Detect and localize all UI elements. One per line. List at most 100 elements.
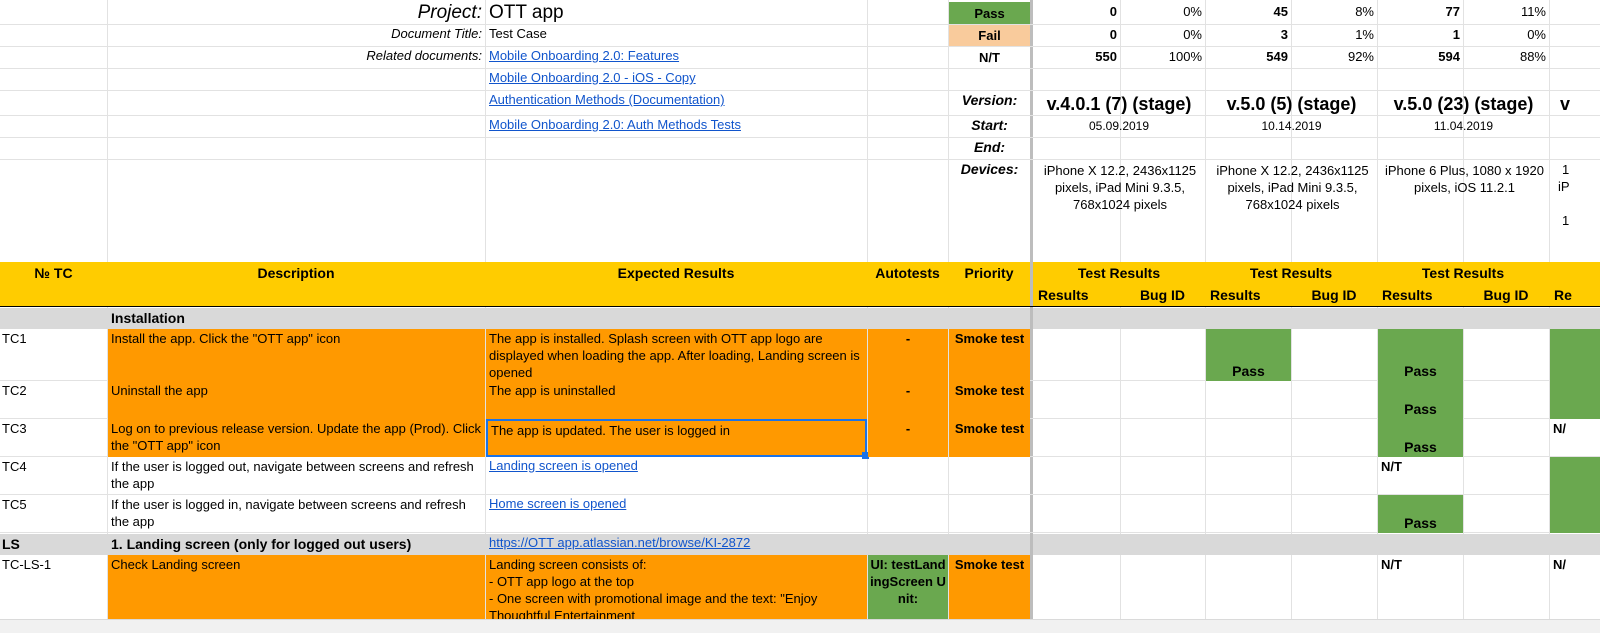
tc-description[interactable]: If the user is logged out, navigate betw… xyxy=(108,457,485,495)
build2-start-date[interactable]: 10.14.2019 xyxy=(1206,119,1377,137)
build2-nt-pct[interactable]: 92% xyxy=(1292,49,1377,68)
tc-priority[interactable]: Smoke test xyxy=(949,555,1030,619)
build2-devices[interactable]: iPhone X 12.2, 2436x1125 pixels, iPad Mi… xyxy=(1208,162,1377,222)
result-nt-cell[interactable]: N/T xyxy=(1381,557,1463,575)
tc-priority[interactable]: Smoke test xyxy=(949,381,1030,419)
build4-devices-partial-3[interactable]: 1 xyxy=(1562,213,1600,230)
bug-id-subheader-2[interactable]: Bug ID xyxy=(1291,287,1377,306)
build3-nt-pct[interactable]: 88% xyxy=(1464,49,1549,68)
build1-version[interactable]: v.4.0.1 (7) (stage) xyxy=(1033,94,1205,115)
build1-nt-pct[interactable]: 100% xyxy=(1121,49,1205,68)
tc-description[interactable]: If the user is logged in, navigate betwe… xyxy=(108,495,485,533)
tc-expected-result-selected[interactable]: The app is updated. The user is logged i… xyxy=(486,419,867,457)
build1-start-date[interactable]: 05.09.2019 xyxy=(1033,119,1205,137)
autotests-column-header[interactable]: Autotests xyxy=(867,265,948,285)
build2-pass-pct[interactable]: 8% xyxy=(1292,4,1377,24)
result-pass-cell[interactable]: Pass xyxy=(1206,329,1291,381)
build3-nt-count[interactable]: 594 xyxy=(1378,49,1463,68)
expected-results-column-header[interactable]: Expected Results xyxy=(485,265,867,285)
priority-column-header[interactable]: Priority xyxy=(948,265,1030,285)
tc-description[interactable]: Install the app. Click the "OTT app" ico… xyxy=(108,329,485,381)
related-doc-link-2[interactable]: Mobile Onboarding 2.0 - iOS - Copy xyxy=(489,70,867,90)
tc-expected-result-link[interactable]: Landing screen is opened xyxy=(486,457,867,495)
tc-id[interactable]: TC5 xyxy=(2,497,107,515)
tc-id[interactable]: TC1 xyxy=(2,331,107,349)
build1-nt-count[interactable]: 550 xyxy=(1033,49,1120,68)
version-label: Version: xyxy=(961,92,1018,108)
build4-devices-partial-2[interactable]: iP xyxy=(1558,179,1600,196)
related-doc-link-4[interactable]: Mobile Onboarding 2.0: Auth Methods Test… xyxy=(489,117,867,137)
tc-autotests[interactable]: UI: testLandingScreen Unit: xyxy=(868,555,948,619)
tc-priority[interactable]: Smoke test xyxy=(949,329,1030,381)
build3-pass-pct[interactable]: 11% xyxy=(1464,4,1549,24)
horizontal-scrollbar[interactable] xyxy=(0,619,1600,633)
start-label: Start: xyxy=(971,117,1008,133)
tc-id[interactable]: TC3 xyxy=(2,421,107,439)
project-label: Project: xyxy=(417,2,482,23)
build2-version[interactable]: v.5.0 (5) (stage) xyxy=(1206,94,1377,115)
build1-pass-pct[interactable]: 0% xyxy=(1121,4,1205,24)
result-nt-cell[interactable]: N/ xyxy=(1553,421,1600,439)
installation-section-title[interactable]: Installation xyxy=(111,310,485,329)
tc-column-header[interactable]: № TC xyxy=(0,265,107,285)
document-title-value[interactable]: Test Case xyxy=(489,26,867,46)
devices-label: Devices: xyxy=(960,161,1019,177)
build2-nt-count[interactable]: 549 xyxy=(1206,49,1291,68)
tc-expected-result[interactable]: The app is uninstalled xyxy=(486,381,867,419)
project-value[interactable]: OTT app xyxy=(489,2,867,24)
tc-autotests[interactable]: - xyxy=(868,419,948,457)
bug-id-subheader-1[interactable]: Bug ID xyxy=(1120,287,1205,306)
end-label: End: xyxy=(973,139,1006,155)
tc-id[interactable]: TC2 xyxy=(2,383,107,401)
build4-devices-partial-1[interactable]: 1 xyxy=(1562,162,1600,179)
build3-pass-count[interactable]: 77 xyxy=(1378,4,1463,24)
build3-version[interactable]: v.5.0 (23) (stage) xyxy=(1378,94,1549,115)
tc-expected-result[interactable]: Landing screen consists of: - OTT app lo… xyxy=(486,555,867,619)
tc-priority[interactable]: Smoke test xyxy=(949,419,1030,457)
tc-description[interactable]: Log on to previous release version. Upda… xyxy=(108,419,485,457)
result-pass-cell[interactable]: Pass xyxy=(1378,419,1463,457)
tc-expected-result-link[interactable]: Home screen is opened xyxy=(486,495,867,533)
related-doc-link-3[interactable]: Authentication Methods (Documentation) xyxy=(489,92,867,114)
tc-description[interactable]: Uninstall the app xyxy=(108,381,485,419)
result-pass-cell[interactable]: Pass xyxy=(1378,329,1463,381)
tc-id[interactable]: TC-LS-1 xyxy=(2,557,107,575)
description-column-header[interactable]: Description xyxy=(107,265,485,285)
build1-devices[interactable]: iPhone X 12.2, 2436x1125 pixels, iPad Mi… xyxy=(1035,162,1205,222)
result-nt-cell[interactable]: N/ xyxy=(1553,557,1600,575)
jira-ticket-link[interactable]: https://OTT app.atlassian.net/browse/KI-… xyxy=(489,535,867,554)
build4-version-partial[interactable]: v xyxy=(1560,94,1600,115)
build1-fail-count[interactable]: 0 xyxy=(1033,27,1120,46)
tc-autotests[interactable]: - xyxy=(868,329,948,381)
document-title-label: Document Title: xyxy=(391,26,482,41)
results-subheader-3[interactable]: Results xyxy=(1382,287,1463,306)
test-results-header-3[interactable]: Test Results xyxy=(1377,265,1549,285)
build3-start-date[interactable]: 11.04.2019 xyxy=(1378,119,1549,137)
tc-description[interactable]: Check Landing screen xyxy=(108,555,485,619)
results-subheader-2[interactable]: Results xyxy=(1210,287,1291,306)
results-subheader-1[interactable]: Results xyxy=(1038,287,1120,306)
landing-screen-section-title[interactable]: 1. Landing screen (only for logged out u… xyxy=(111,536,485,555)
build2-fail-count[interactable]: 3 xyxy=(1206,27,1291,46)
tc-autotests[interactable]: - xyxy=(868,381,948,419)
results-subheader-partial[interactable]: Re xyxy=(1554,287,1600,306)
build3-devices[interactable]: iPhone 6 Plus, 1080 x 1920 pixels, iOS 1… xyxy=(1380,162,1549,222)
section-id[interactable]: LS xyxy=(2,536,107,555)
test-results-header-1[interactable]: Test Results xyxy=(1033,265,1205,285)
related-doc-link-1[interactable]: Mobile Onboarding 2.0: Features xyxy=(489,48,867,68)
tc-expected-result[interactable]: The app is installed. Splash screen with… xyxy=(486,329,867,381)
build2-pass-count[interactable]: 45 xyxy=(1206,4,1291,24)
test-results-header-2[interactable]: Test Results xyxy=(1205,265,1377,285)
result-pass-cell[interactable]: Pass xyxy=(1378,495,1463,533)
build2-fail-pct[interactable]: 1% xyxy=(1292,27,1377,46)
build3-fail-pct[interactable]: 0% xyxy=(1464,27,1549,46)
build3-fail-count[interactable]: 1 xyxy=(1378,27,1463,46)
result-pass-cell[interactable]: Pass xyxy=(1378,381,1463,419)
bug-id-subheader-3[interactable]: Bug ID xyxy=(1463,287,1549,306)
build1-fail-pct[interactable]: 0% xyxy=(1121,27,1205,46)
fail-summary-label: Fail xyxy=(949,25,1030,46)
result-nt-cell[interactable]: N/T xyxy=(1381,459,1463,477)
tc-id[interactable]: TC4 xyxy=(2,459,107,477)
pass-summary-label: Pass xyxy=(949,2,1030,24)
build1-pass-count[interactable]: 0 xyxy=(1033,4,1120,24)
